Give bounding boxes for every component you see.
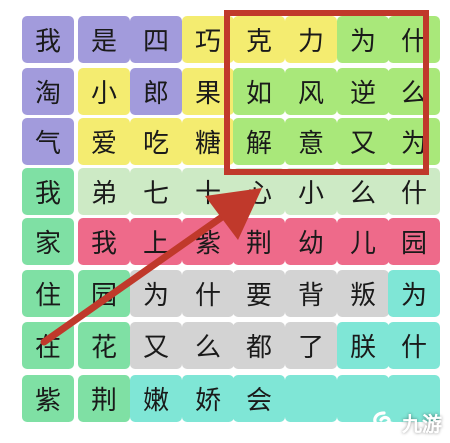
char-tile[interactable]: 花 [78,322,130,369]
char-tile[interactable]: 十 [182,168,234,215]
char-tile[interactable]: 娇 [182,375,234,422]
char-tile[interactable]: 么 [182,322,234,369]
char-tile[interactable]: 我 [22,16,74,63]
char-tile[interactable]: 园 [388,218,440,265]
char-tile[interactable]: 又 [337,118,389,165]
char-tile[interactable]: 背 [285,270,337,317]
char-tile[interactable]: 在 [22,322,74,369]
char-tile[interactable]: 什 [388,168,440,215]
word-puzzle-board: 我是四巧克力为什淘小郎果如风逆么气爱吃糖解意又为我弟七十心小么什家我上紫荆幼儿园… [0,0,450,443]
char-tile[interactable]: 朕 [337,322,389,369]
char-tile[interactable]: 园 [78,270,130,317]
char-tile[interactable]: 什 [388,16,440,63]
char-tile[interactable]: 爱 [78,118,130,165]
char-tile[interactable]: 逆 [337,68,389,115]
char-tile[interactable]: 意 [285,118,337,165]
char-tile[interactable]: 是 [78,16,130,63]
char-tile[interactable]: 我 [78,218,130,265]
char-tile[interactable]: 会 [233,375,285,422]
char-tile[interactable]: 力 [285,16,337,63]
char-tile[interactable]: 小 [285,168,337,215]
char-tile[interactable]: 吃 [130,118,182,165]
char-tile[interactable]: 克 [233,16,285,63]
char-tile[interactable]: 郎 [130,68,182,115]
char-tile[interactable]: 了 [285,322,337,369]
char-tile[interactable]: 紫 [22,375,74,422]
char-tile[interactable]: 荆 [233,218,285,265]
char-tile[interactable]: 巧 [182,16,234,63]
char-tile[interactable]: 七 [130,168,182,215]
char-tile[interactable]: 叛 [337,270,389,317]
char-tile[interactable]: 又 [130,322,182,369]
char-tile[interactable]: 都 [233,322,285,369]
char-tile[interactable]: 糖 [182,118,234,165]
char-tile[interactable]: 解 [233,118,285,165]
char-tile[interactable] [337,375,389,422]
char-tile[interactable]: 风 [285,68,337,115]
char-tile[interactable]: 为 [388,118,440,165]
char-tile[interactable] [388,375,440,422]
char-tile[interactable]: 果 [182,68,234,115]
char-tile[interactable]: 荆 [78,375,130,422]
char-tile[interactable]: 家 [22,218,74,265]
char-tile[interactable]: 嫩 [130,375,182,422]
char-tile[interactable] [285,375,337,422]
char-tile[interactable]: 弟 [78,168,130,215]
char-tile[interactable]: 淘 [22,68,74,115]
char-tile[interactable]: 要 [233,270,285,317]
char-tile[interactable]: 什 [388,322,440,369]
char-tile[interactable]: 为 [388,270,440,317]
char-tile[interactable]: 我 [22,168,74,215]
char-tile[interactable]: 如 [233,68,285,115]
char-tile[interactable]: 为 [130,270,182,317]
char-tile[interactable]: 小 [78,68,130,115]
char-tile[interactable]: 么 [388,68,440,115]
char-tile[interactable]: 紫 [182,218,234,265]
char-tile[interactable]: 心 [233,168,285,215]
char-tile[interactable]: 儿 [337,218,389,265]
char-tile[interactable]: 住 [22,270,74,317]
char-tile[interactable]: 四 [130,16,182,63]
char-tile[interactable]: 上 [130,218,182,265]
char-tile[interactable]: 什 [182,270,234,317]
char-tile[interactable]: 气 [22,118,74,165]
char-tile[interactable]: 幼 [285,218,337,265]
char-tile[interactable]: 么 [337,168,389,215]
char-tile[interactable]: 为 [337,16,389,63]
